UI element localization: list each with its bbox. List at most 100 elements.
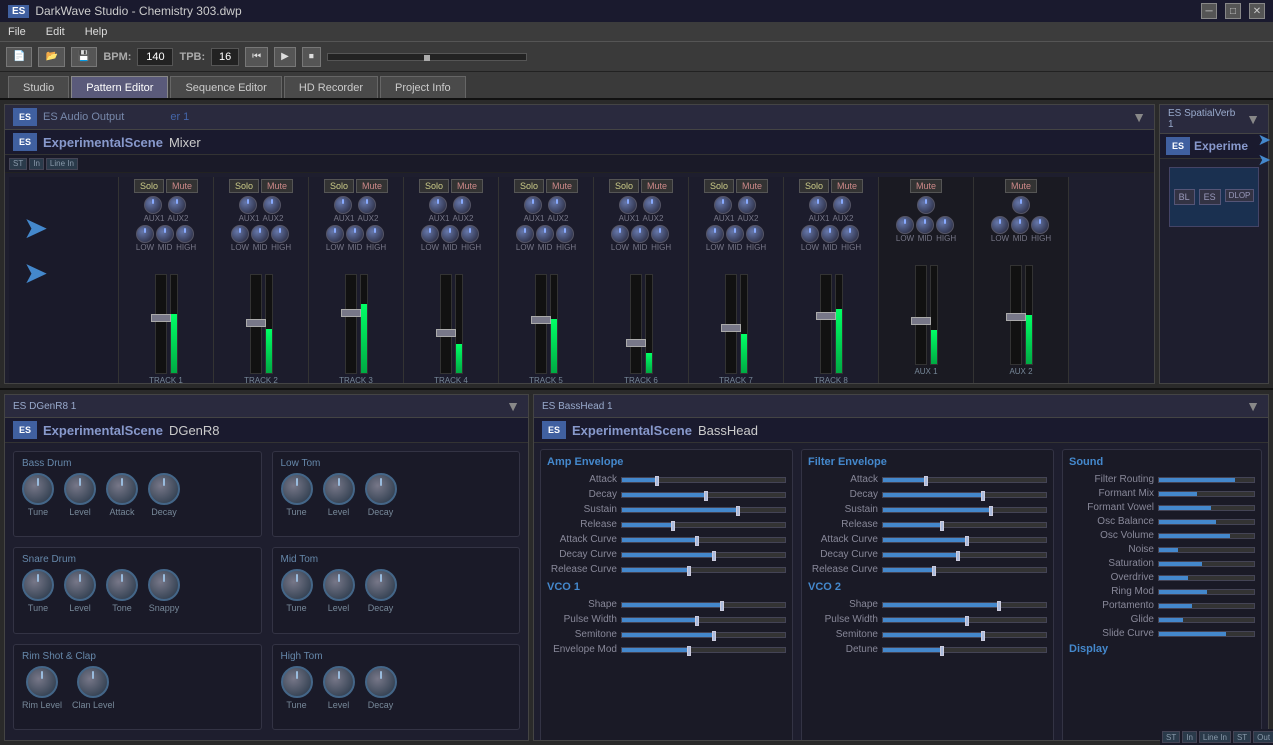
snare-snappy-knob[interactable] [148,569,180,601]
sv-btn-bl[interactable]: BL [1174,189,1195,205]
bass-attack-knob[interactable] [106,473,138,505]
t3-high[interactable] [366,225,384,243]
t5-mid[interactable] [536,225,554,243]
amp-release-slider[interactable] [621,522,786,528]
io-in1[interactable]: In [29,158,44,170]
t4-a2[interactable] [453,196,471,214]
t8-solo[interactable]: Solo [799,179,829,193]
ax2-mid[interactable] [1011,216,1029,234]
t8-mid[interactable] [821,225,839,243]
basshead-close[interactable]: ▼ [1246,398,1260,414]
bass-decay-knob[interactable] [148,473,180,505]
toolbar-new[interactable]: 📄 [6,47,32,67]
minimize-button[interactable]: ─ [1201,3,1217,19]
t6-mid[interactable] [631,225,649,243]
ax1-high[interactable] [936,216,954,234]
menu-edit[interactable]: Edit [42,26,69,38]
midtom-level-knob[interactable] [323,569,355,601]
t6-fader[interactable] [630,274,642,374]
ax2-fader[interactable] [1010,265,1022,365]
t8-high[interactable] [841,225,859,243]
s-oscbalance-slider[interactable] [1158,519,1255,525]
t2-mid[interactable] [251,225,269,243]
snare-level-knob[interactable] [64,569,96,601]
maximize-button[interactable]: □ [1225,3,1241,19]
aux2-mute[interactable]: Mute [1005,179,1037,193]
t4-solo[interactable]: Solo [419,179,449,193]
transport-stop[interactable]: ⏹ [302,47,321,67]
t6-low[interactable] [611,225,629,243]
t8-mute[interactable]: Mute [831,179,863,193]
hightom-decay-knob[interactable] [365,666,397,698]
mixer-close-button[interactable]: ▼ [1132,109,1146,125]
io-st1[interactable]: ST [9,158,27,170]
transport-play[interactable]: ▶ [274,47,296,67]
t5-high[interactable] [556,225,574,243]
toolbar-open[interactable]: 📂 [38,47,64,67]
amp-relcurve-slider[interactable] [621,567,786,573]
filt-deccurve-slider[interactable] [882,552,1047,558]
amp-atkcurve-slider[interactable] [621,537,786,543]
t7-solo[interactable]: Solo [704,179,734,193]
t2-low[interactable] [231,225,249,243]
snare-tune-knob[interactable] [22,569,54,601]
bass-level-knob[interactable] [64,473,96,505]
hightom-tune-knob[interactable] [281,666,313,698]
filt-release-slider[interactable] [882,522,1047,528]
amp-attack-slider[interactable] [621,477,786,483]
filt-sustain-slider[interactable] [882,507,1047,513]
lowtom-decay-knob[interactable] [365,473,397,505]
s-saturation-slider[interactable] [1158,561,1255,567]
t5-fader[interactable] [535,274,547,374]
tpb-input[interactable] [211,48,239,66]
amp-sustain-slider[interactable] [621,507,786,513]
snare-tone-knob[interactable] [106,569,138,601]
vco1-semi-slider[interactable] [621,632,786,638]
track1-solo[interactable]: Solo [134,179,164,193]
menu-file[interactable]: File [4,26,30,38]
t2-a1[interactable] [239,196,257,214]
t3-a1[interactable] [334,196,352,214]
s-glide-slider[interactable] [1158,617,1255,623]
s-overdrive-slider[interactable] [1158,575,1255,581]
midtom-tune-knob[interactable] [281,569,313,601]
ax2-a1[interactable] [1012,196,1030,214]
t7-mid[interactable] [726,225,744,243]
s-ringmod-slider[interactable] [1158,589,1255,595]
midtom-decay-knob[interactable] [365,569,397,601]
sv-st2[interactable]: ST [1233,731,1251,743]
ax1-fader[interactable] [915,265,927,365]
t4-fader[interactable] [440,274,452,374]
t4-mid[interactable] [441,225,459,243]
vco2-shape-slider[interactable] [882,602,1047,608]
ax1-low[interactable] [896,216,914,234]
spatialverb-close[interactable]: ▼ [1246,111,1260,127]
t2-high[interactable] [271,225,289,243]
track2-mute[interactable]: Mute [261,179,293,193]
track1-aux2-knob[interactable] [168,196,186,214]
amp-deccurve-slider[interactable] [621,552,786,558]
sv-btn-dlop[interactable]: DLOP [1225,189,1255,202]
aux1-mute[interactable]: Mute [910,179,942,193]
t3-a2[interactable] [358,196,376,214]
vco2-pw-slider[interactable] [882,617,1047,623]
s-filtrouting-slider[interactable] [1158,477,1255,483]
t7-a1[interactable] [714,196,732,214]
ax1-mid[interactable] [916,216,934,234]
amp-decay-slider[interactable] [621,492,786,498]
transport-rewind[interactable]: ⏮ [245,47,268,67]
t7-low[interactable] [706,225,724,243]
t3-mute[interactable]: Mute [356,179,388,193]
tab-sequence-editor[interactable]: Sequence Editor [170,76,281,98]
rim-level-knob[interactable] [26,666,58,698]
menu-help[interactable]: Help [81,26,112,38]
sv-in[interactable]: In [1182,731,1197,743]
t6-mute[interactable]: Mute [641,179,673,193]
t4-mute[interactable]: Mute [451,179,483,193]
vco1-pw-slider[interactable] [621,617,786,623]
filt-decay-slider[interactable] [882,492,1047,498]
ax2-low[interactable] [991,216,1009,234]
bpm-input[interactable] [137,48,173,66]
t7-a2[interactable] [738,196,756,214]
vco1-envmod-slider[interactable] [621,647,786,653]
